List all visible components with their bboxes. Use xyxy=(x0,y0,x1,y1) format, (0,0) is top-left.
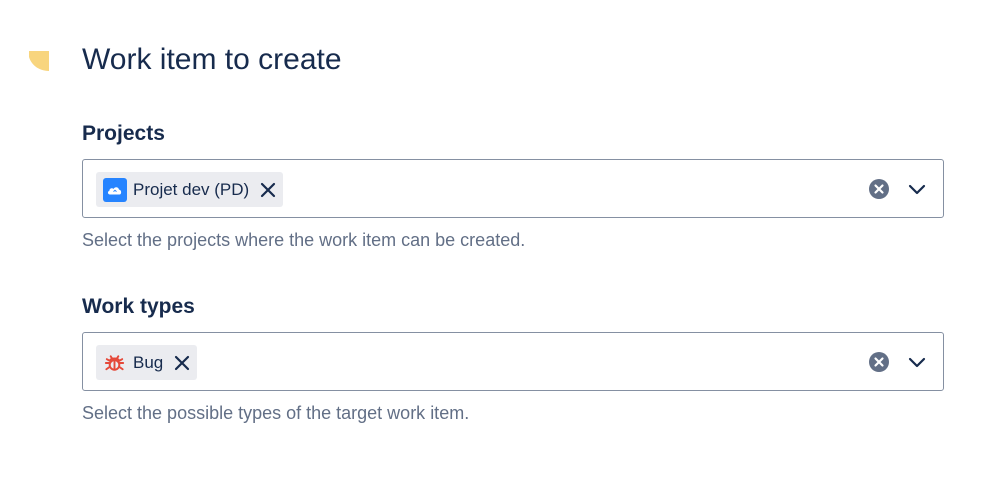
chevron-down-icon[interactable] xyxy=(907,352,927,372)
remove-work-type-icon[interactable] xyxy=(171,352,193,374)
projects-select[interactable]: Projet dev (PD) xyxy=(82,159,944,218)
work-type-chip-label: Bug xyxy=(133,352,164,372)
projects-label: Projects xyxy=(82,122,165,145)
cloud-project-icon xyxy=(102,177,127,202)
clear-work-types-icon[interactable] xyxy=(869,352,889,372)
project-chip-label: Projet dev (PD) xyxy=(133,179,250,199)
work-types-helper-text: Select the possible types of the target … xyxy=(82,403,470,423)
section-marker-icon xyxy=(29,51,49,71)
work-type-chip: Bug xyxy=(96,345,198,380)
clear-projects-icon[interactable] xyxy=(869,179,889,199)
work-types-label: Work types xyxy=(82,295,195,318)
projects-helper-text: Select the projects where the work item … xyxy=(82,230,526,250)
work-types-select[interactable]: Bug xyxy=(82,332,944,391)
bug-icon xyxy=(102,350,127,375)
project-chip: Projet dev (PD) xyxy=(96,172,284,207)
remove-project-icon[interactable] xyxy=(257,179,279,201)
page-title: Work item to create xyxy=(82,43,342,76)
chevron-down-icon[interactable] xyxy=(907,179,927,199)
